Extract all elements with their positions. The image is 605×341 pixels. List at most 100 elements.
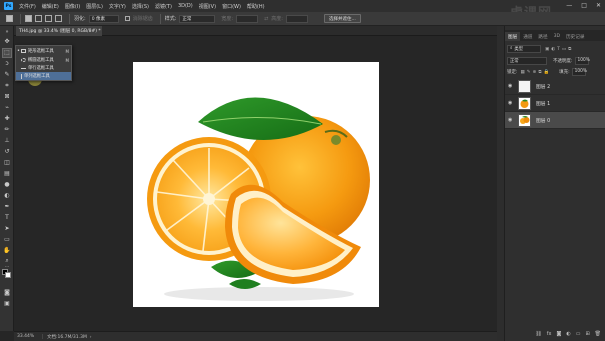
menu-type[interactable]: 文字(Y) xyxy=(109,3,126,10)
fx-icon[interactable]: fx xyxy=(547,331,552,337)
layer-filter-row: ⌕ 类型 ▣◐T▭⧉ xyxy=(507,44,603,53)
screen-mode-icon[interactable]: ▣ xyxy=(3,300,11,308)
opacity-input[interactable]: 100% xyxy=(574,56,590,65)
window-controls: — □ ✕ xyxy=(566,2,601,9)
blend-mode-select[interactable]: 正常 xyxy=(507,56,547,65)
path-selection-tool-icon[interactable]: ➤ xyxy=(3,225,11,233)
intersect-selection-icon[interactable] xyxy=(55,15,62,22)
marquee-preset-icon[interactable] xyxy=(6,15,13,22)
new-layer-icon[interactable]: ⊞ xyxy=(585,331,589,337)
visibility-eye-icon[interactable]: ◉ xyxy=(508,117,514,123)
gradient-tool-icon[interactable]: ▤ xyxy=(3,170,11,178)
link-icon[interactable]: ⛓ xyxy=(535,331,541,337)
document-info: 文档:16.7M/31.3M xyxy=(47,334,87,340)
menu-filter[interactable]: 滤镜(T) xyxy=(155,3,172,10)
menu-view[interactable]: 视图(V) xyxy=(199,3,216,10)
history-brush-tool-icon[interactable]: ↺ xyxy=(3,148,11,156)
layers-panel: 图层 通道 路径 3D 历史记录 ⌕ 类型 ▣◐T▭⧉ 正常 不透明度: 100… xyxy=(505,26,605,341)
layer-thumbnail xyxy=(518,79,531,93)
orange-photo xyxy=(147,97,370,301)
type-tool-icon[interactable]: T xyxy=(3,214,11,222)
background-color-swatch[interactable] xyxy=(5,272,11,278)
blur-tool-icon[interactable]: ● xyxy=(3,181,11,189)
eyedropper-tool-icon[interactable]: ⌁ xyxy=(3,104,11,112)
divider xyxy=(159,13,161,24)
layer-row[interactable]: ◉ 图层 1 xyxy=(505,95,605,112)
swap-icon[interactable]: ⇄ xyxy=(264,16,268,22)
panel-dock-strip xyxy=(497,26,505,341)
filter-type-icons[interactable]: ▣◐T▭⧉ xyxy=(545,46,573,52)
tab-layers[interactable]: 图层 xyxy=(505,32,521,41)
adjustment-icon[interactable]: ◐ xyxy=(566,331,570,337)
group-icon[interactable]: ▭ xyxy=(576,331,581,337)
menu-image[interactable]: 图像(I) xyxy=(65,3,80,10)
layer-thumbnail xyxy=(518,96,531,110)
quick-mask-icon[interactable]: ◙ xyxy=(3,289,11,297)
menu-file[interactable]: 文件(F) xyxy=(19,3,36,10)
layer-name[interactable]: 图层 2 xyxy=(536,83,550,90)
move-tool-icon[interactable]: ✥ xyxy=(3,38,11,46)
dodge-tool-icon[interactable]: ◐ xyxy=(3,192,11,200)
flyout-item-single-column-marquee[interactable]: 单列选框工具 xyxy=(16,72,71,80)
lock-icons[interactable]: ▦✎⊕⧉🔒 xyxy=(521,69,552,75)
visibility-eye-icon[interactable]: ◉ xyxy=(508,100,514,106)
feather-input[interactable]: 0 像素 xyxy=(88,14,119,23)
document-tab[interactable]: TH4.jpg @ 33.4% (图层 0, RGB/8#) * × xyxy=(16,26,102,36)
select-and-mask-button[interactable]: 选择并遮住... xyxy=(323,14,361,23)
height-input[interactable] xyxy=(285,14,308,23)
status-menu-arrow[interactable]: › xyxy=(90,334,92,339)
pen-tool-icon[interactable]: ✒ xyxy=(3,203,11,211)
close-window-button[interactable]: ✕ xyxy=(596,2,601,9)
shape-tool-icon[interactable]: ▭ xyxy=(3,236,11,244)
tab-channels[interactable]: 通道 xyxy=(520,32,535,41)
width-input[interactable] xyxy=(236,14,259,23)
hand-tool-icon[interactable]: ✋ xyxy=(3,247,11,255)
menu-select[interactable]: 选择(S) xyxy=(132,3,149,10)
lock-label: 锁定: xyxy=(507,69,518,75)
eraser-tool-icon[interactable]: ◫ xyxy=(3,159,11,167)
style-select[interactable]: 正常 xyxy=(179,14,216,23)
frame-tool-icon[interactable]: ⊠ xyxy=(3,93,11,101)
rectangular-marquee-tool-icon[interactable]: ⬚ xyxy=(2,48,12,58)
menu-edit[interactable]: 编辑(E) xyxy=(42,3,59,10)
maximize-button[interactable]: □ xyxy=(581,2,587,9)
tab-3d[interactable]: 3D xyxy=(551,32,563,41)
layer-row-selected[interactable]: ◉ 图层 0 xyxy=(505,112,605,129)
flyout-item-rectangular-marquee[interactable]: • 矩形选框工具 M xyxy=(16,47,71,55)
minimize-button[interactable]: — xyxy=(566,2,572,9)
layer-row[interactable]: ◉ 图层 2 xyxy=(505,78,605,95)
zoom-level[interactable]: 33.44% xyxy=(17,334,43,339)
add-selection-icon[interactable] xyxy=(35,15,42,22)
subtract-selection-icon[interactable] xyxy=(45,15,52,22)
menu-layer[interactable]: 图层(L) xyxy=(86,3,103,10)
antialias-checkbox[interactable] xyxy=(124,16,130,21)
tab-paths[interactable]: 路径 xyxy=(535,32,550,41)
quick-select-tool-icon[interactable]: ✎ xyxy=(3,71,11,79)
new-selection-icon[interactable] xyxy=(25,15,32,22)
brush-tool-icon[interactable]: ✏ xyxy=(3,126,11,134)
flyout-label: 椭圆选框工具 xyxy=(28,58,54,63)
menu-help[interactable]: 帮助(H) xyxy=(247,3,265,10)
marquee-tool-flyout: • 矩形选框工具 M 椭圆选框工具 M 单行选框工具 单列选框工具 xyxy=(15,45,72,81)
clone-stamp-tool-icon[interactable]: ⊥ xyxy=(3,137,11,145)
menu-window[interactable]: 窗口(W) xyxy=(222,3,241,10)
flyout-item-elliptical-marquee[interactable]: 椭圆选框工具 M xyxy=(16,56,71,64)
visibility-eye-icon[interactable]: ◉ xyxy=(508,83,514,89)
flyout-item-single-row-marquee[interactable]: 单行选框工具 xyxy=(16,64,71,72)
lasso-tool-icon[interactable]: ↄ xyxy=(3,60,11,68)
layer-name[interactable]: 图层 0 xyxy=(536,117,550,124)
healing-brush-tool-icon[interactable]: ✚ xyxy=(3,115,11,123)
lock-row: 锁定: ▦✎⊕⧉🔒 填充: 100% xyxy=(507,67,603,76)
layer-filter-select[interactable]: ⌕ 类型 xyxy=(507,44,541,53)
layer-name[interactable]: 图层 1 xyxy=(536,100,550,107)
toolbar-collapse-icon[interactable]: » xyxy=(3,28,11,36)
mask-icon[interactable]: ◙ xyxy=(556,331,561,337)
fill-input[interactable]: 100% xyxy=(571,67,587,76)
canvas-area[interactable] xyxy=(14,37,497,331)
elliptical-marquee-icon xyxy=(21,58,26,62)
trash-icon[interactable]: 🗑 xyxy=(595,331,601,337)
document-canvas[interactable] xyxy=(133,62,379,307)
crop-tool-icon[interactable]: ⌗ xyxy=(3,82,11,90)
menu-3d[interactable]: 3D(D) xyxy=(178,3,193,10)
tab-history[interactable]: 历史记录 xyxy=(563,32,587,41)
